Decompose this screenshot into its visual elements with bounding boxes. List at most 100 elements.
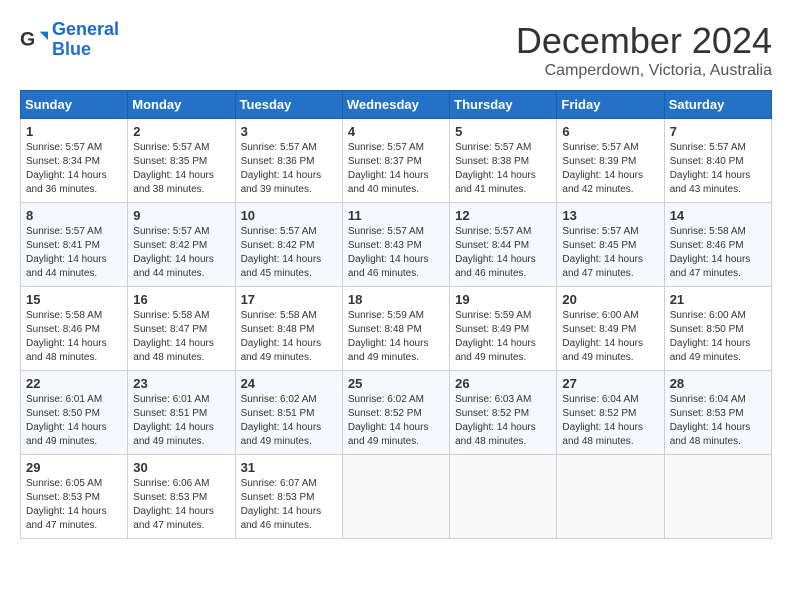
calendar-cell: 6 Sunrise: 5:57 AMSunset: 8:39 PMDayligh… bbox=[557, 119, 664, 203]
cell-info: Sunrise: 5:57 AMSunset: 8:35 PMDaylight:… bbox=[133, 142, 214, 195]
day-number: 25 bbox=[348, 376, 444, 391]
cell-info: Sunrise: 5:58 AMSunset: 8:46 PMDaylight:… bbox=[670, 226, 751, 279]
day-number: 22 bbox=[26, 376, 122, 391]
calendar-cell: 4 Sunrise: 5:57 AMSunset: 8:37 PMDayligh… bbox=[342, 119, 449, 203]
cell-info: Sunrise: 5:57 AMSunset: 8:37 PMDaylight:… bbox=[348, 142, 429, 195]
day-number: 6 bbox=[562, 124, 658, 139]
cell-info: Sunrise: 5:58 AMSunset: 8:48 PMDaylight:… bbox=[241, 310, 322, 363]
week-row-5: 29 Sunrise: 6:05 AMSunset: 8:53 PMDaylig… bbox=[21, 455, 772, 539]
cell-info: Sunrise: 5:57 AMSunset: 8:42 PMDaylight:… bbox=[133, 226, 214, 279]
day-header-friday: Friday bbox=[557, 91, 664, 119]
day-header-thursday: Thursday bbox=[450, 91, 557, 119]
day-number: 11 bbox=[348, 208, 444, 223]
cell-info: Sunrise: 6:06 AMSunset: 8:53 PMDaylight:… bbox=[133, 478, 214, 531]
calendar-cell: 9 Sunrise: 5:57 AMSunset: 8:42 PMDayligh… bbox=[128, 203, 235, 287]
calendar-cell: 19 Sunrise: 5:59 AMSunset: 8:49 PMDaylig… bbox=[450, 287, 557, 371]
cell-info: Sunrise: 5:58 AMSunset: 8:47 PMDaylight:… bbox=[133, 310, 214, 363]
cell-info: Sunrise: 5:57 AMSunset: 8:39 PMDaylight:… bbox=[562, 142, 643, 195]
cell-info: Sunrise: 5:57 AMSunset: 8:40 PMDaylight:… bbox=[670, 142, 751, 195]
cell-info: Sunrise: 5:59 AMSunset: 8:49 PMDaylight:… bbox=[455, 310, 536, 363]
day-number: 20 bbox=[562, 292, 658, 307]
cell-info: Sunrise: 6:00 AMSunset: 8:49 PMDaylight:… bbox=[562, 310, 643, 363]
calendar-cell: 20 Sunrise: 6:00 AMSunset: 8:49 PMDaylig… bbox=[557, 287, 664, 371]
svg-text:G: G bbox=[20, 28, 35, 50]
calendar-cell: 17 Sunrise: 5:58 AMSunset: 8:48 PMDaylig… bbox=[235, 287, 342, 371]
calendar-cell: 10 Sunrise: 5:57 AMSunset: 8:42 PMDaylig… bbox=[235, 203, 342, 287]
month-title: December 2024 bbox=[516, 20, 772, 62]
cell-info: Sunrise: 6:07 AMSunset: 8:53 PMDaylight:… bbox=[241, 478, 322, 531]
location: Camperdown, Victoria, Australia bbox=[516, 62, 772, 80]
calendar-cell: 18 Sunrise: 5:59 AMSunset: 8:48 PMDaylig… bbox=[342, 287, 449, 371]
calendar-cell: 28 Sunrise: 6:04 AMSunset: 8:53 PMDaylig… bbox=[664, 371, 771, 455]
week-row-2: 8 Sunrise: 5:57 AMSunset: 8:41 PMDayligh… bbox=[21, 203, 772, 287]
calendar-cell: 13 Sunrise: 5:57 AMSunset: 8:45 PMDaylig… bbox=[557, 203, 664, 287]
day-number: 2 bbox=[133, 124, 229, 139]
day-number: 5 bbox=[455, 124, 551, 139]
calendar-cell bbox=[450, 455, 557, 539]
cell-info: Sunrise: 6:01 AMSunset: 8:51 PMDaylight:… bbox=[133, 394, 214, 447]
day-number: 24 bbox=[241, 376, 337, 391]
calendar-cell: 3 Sunrise: 5:57 AMSunset: 8:36 PMDayligh… bbox=[235, 119, 342, 203]
calendar-cell: 30 Sunrise: 6:06 AMSunset: 8:53 PMDaylig… bbox=[128, 455, 235, 539]
cell-info: Sunrise: 6:05 AMSunset: 8:53 PMDaylight:… bbox=[26, 478, 107, 531]
day-number: 18 bbox=[348, 292, 444, 307]
day-number: 16 bbox=[133, 292, 229, 307]
cell-info: Sunrise: 5:58 AMSunset: 8:46 PMDaylight:… bbox=[26, 310, 107, 363]
cell-info: Sunrise: 6:03 AMSunset: 8:52 PMDaylight:… bbox=[455, 394, 536, 447]
week-row-4: 22 Sunrise: 6:01 AMSunset: 8:50 PMDaylig… bbox=[21, 371, 772, 455]
day-number: 10 bbox=[241, 208, 337, 223]
cell-info: Sunrise: 5:57 AMSunset: 8:36 PMDaylight:… bbox=[241, 142, 322, 195]
day-header-sunday: Sunday bbox=[21, 91, 128, 119]
day-number: 30 bbox=[133, 460, 229, 475]
calendar-cell: 24 Sunrise: 6:02 AMSunset: 8:51 PMDaylig… bbox=[235, 371, 342, 455]
day-number: 12 bbox=[455, 208, 551, 223]
cell-info: Sunrise: 6:02 AMSunset: 8:52 PMDaylight:… bbox=[348, 394, 429, 447]
day-number: 15 bbox=[26, 292, 122, 307]
day-header-monday: Monday bbox=[128, 91, 235, 119]
cell-info: Sunrise: 6:04 AMSunset: 8:53 PMDaylight:… bbox=[670, 394, 751, 447]
calendar-cell: 22 Sunrise: 6:01 AMSunset: 8:50 PMDaylig… bbox=[21, 371, 128, 455]
cell-info: Sunrise: 5:57 AMSunset: 8:34 PMDaylight:… bbox=[26, 142, 107, 195]
day-number: 23 bbox=[133, 376, 229, 391]
cell-info: Sunrise: 5:57 AMSunset: 8:42 PMDaylight:… bbox=[241, 226, 322, 279]
day-number: 26 bbox=[455, 376, 551, 391]
calendar-cell: 2 Sunrise: 5:57 AMSunset: 8:35 PMDayligh… bbox=[128, 119, 235, 203]
week-row-1: 1 Sunrise: 5:57 AMSunset: 8:34 PMDayligh… bbox=[21, 119, 772, 203]
days-header-row: SundayMondayTuesdayWednesdayThursdayFrid… bbox=[21, 91, 772, 119]
day-number: 3 bbox=[241, 124, 337, 139]
calendar-cell: 11 Sunrise: 5:57 AMSunset: 8:43 PMDaylig… bbox=[342, 203, 449, 287]
calendar-cell: 8 Sunrise: 5:57 AMSunset: 8:41 PMDayligh… bbox=[21, 203, 128, 287]
cell-info: Sunrise: 6:01 AMSunset: 8:50 PMDaylight:… bbox=[26, 394, 107, 447]
cell-info: Sunrise: 6:00 AMSunset: 8:50 PMDaylight:… bbox=[670, 310, 751, 363]
logo-line2: Blue bbox=[52, 39, 91, 59]
day-number: 31 bbox=[241, 460, 337, 475]
week-row-3: 15 Sunrise: 5:58 AMSunset: 8:46 PMDaylig… bbox=[21, 287, 772, 371]
cell-info: Sunrise: 6:02 AMSunset: 8:51 PMDaylight:… bbox=[241, 394, 322, 447]
day-header-tuesday: Tuesday bbox=[235, 91, 342, 119]
calendar-table: SundayMondayTuesdayWednesdayThursdayFrid… bbox=[20, 90, 772, 539]
day-number: 19 bbox=[455, 292, 551, 307]
cell-info: Sunrise: 5:57 AMSunset: 8:43 PMDaylight:… bbox=[348, 226, 429, 279]
calendar-cell: 1 Sunrise: 5:57 AMSunset: 8:34 PMDayligh… bbox=[21, 119, 128, 203]
title-block: December 2024 Camperdown, Victoria, Aust… bbox=[516, 20, 772, 80]
day-number: 21 bbox=[670, 292, 766, 307]
calendar-cell: 27 Sunrise: 6:04 AMSunset: 8:52 PMDaylig… bbox=[557, 371, 664, 455]
day-header-saturday: Saturday bbox=[664, 91, 771, 119]
calendar-cell bbox=[664, 455, 771, 539]
day-number: 9 bbox=[133, 208, 229, 223]
day-number: 4 bbox=[348, 124, 444, 139]
day-number: 1 bbox=[26, 124, 122, 139]
calendar-cell: 7 Sunrise: 5:57 AMSunset: 8:40 PMDayligh… bbox=[664, 119, 771, 203]
calendar-cell: 12 Sunrise: 5:57 AMSunset: 8:44 PMDaylig… bbox=[450, 203, 557, 287]
day-number: 7 bbox=[670, 124, 766, 139]
calendar-cell: 25 Sunrise: 6:02 AMSunset: 8:52 PMDaylig… bbox=[342, 371, 449, 455]
day-number: 17 bbox=[241, 292, 337, 307]
cell-info: Sunrise: 5:57 AMSunset: 8:45 PMDaylight:… bbox=[562, 226, 643, 279]
cell-info: Sunrise: 5:59 AMSunset: 8:48 PMDaylight:… bbox=[348, 310, 429, 363]
calendar-cell: 23 Sunrise: 6:01 AMSunset: 8:51 PMDaylig… bbox=[128, 371, 235, 455]
calendar-cell: 31 Sunrise: 6:07 AMSunset: 8:53 PMDaylig… bbox=[235, 455, 342, 539]
logo: G General Blue bbox=[20, 20, 119, 60]
calendar-cell: 5 Sunrise: 5:57 AMSunset: 8:38 PMDayligh… bbox=[450, 119, 557, 203]
day-number: 14 bbox=[670, 208, 766, 223]
calendar-cell: 29 Sunrise: 6:05 AMSunset: 8:53 PMDaylig… bbox=[21, 455, 128, 539]
